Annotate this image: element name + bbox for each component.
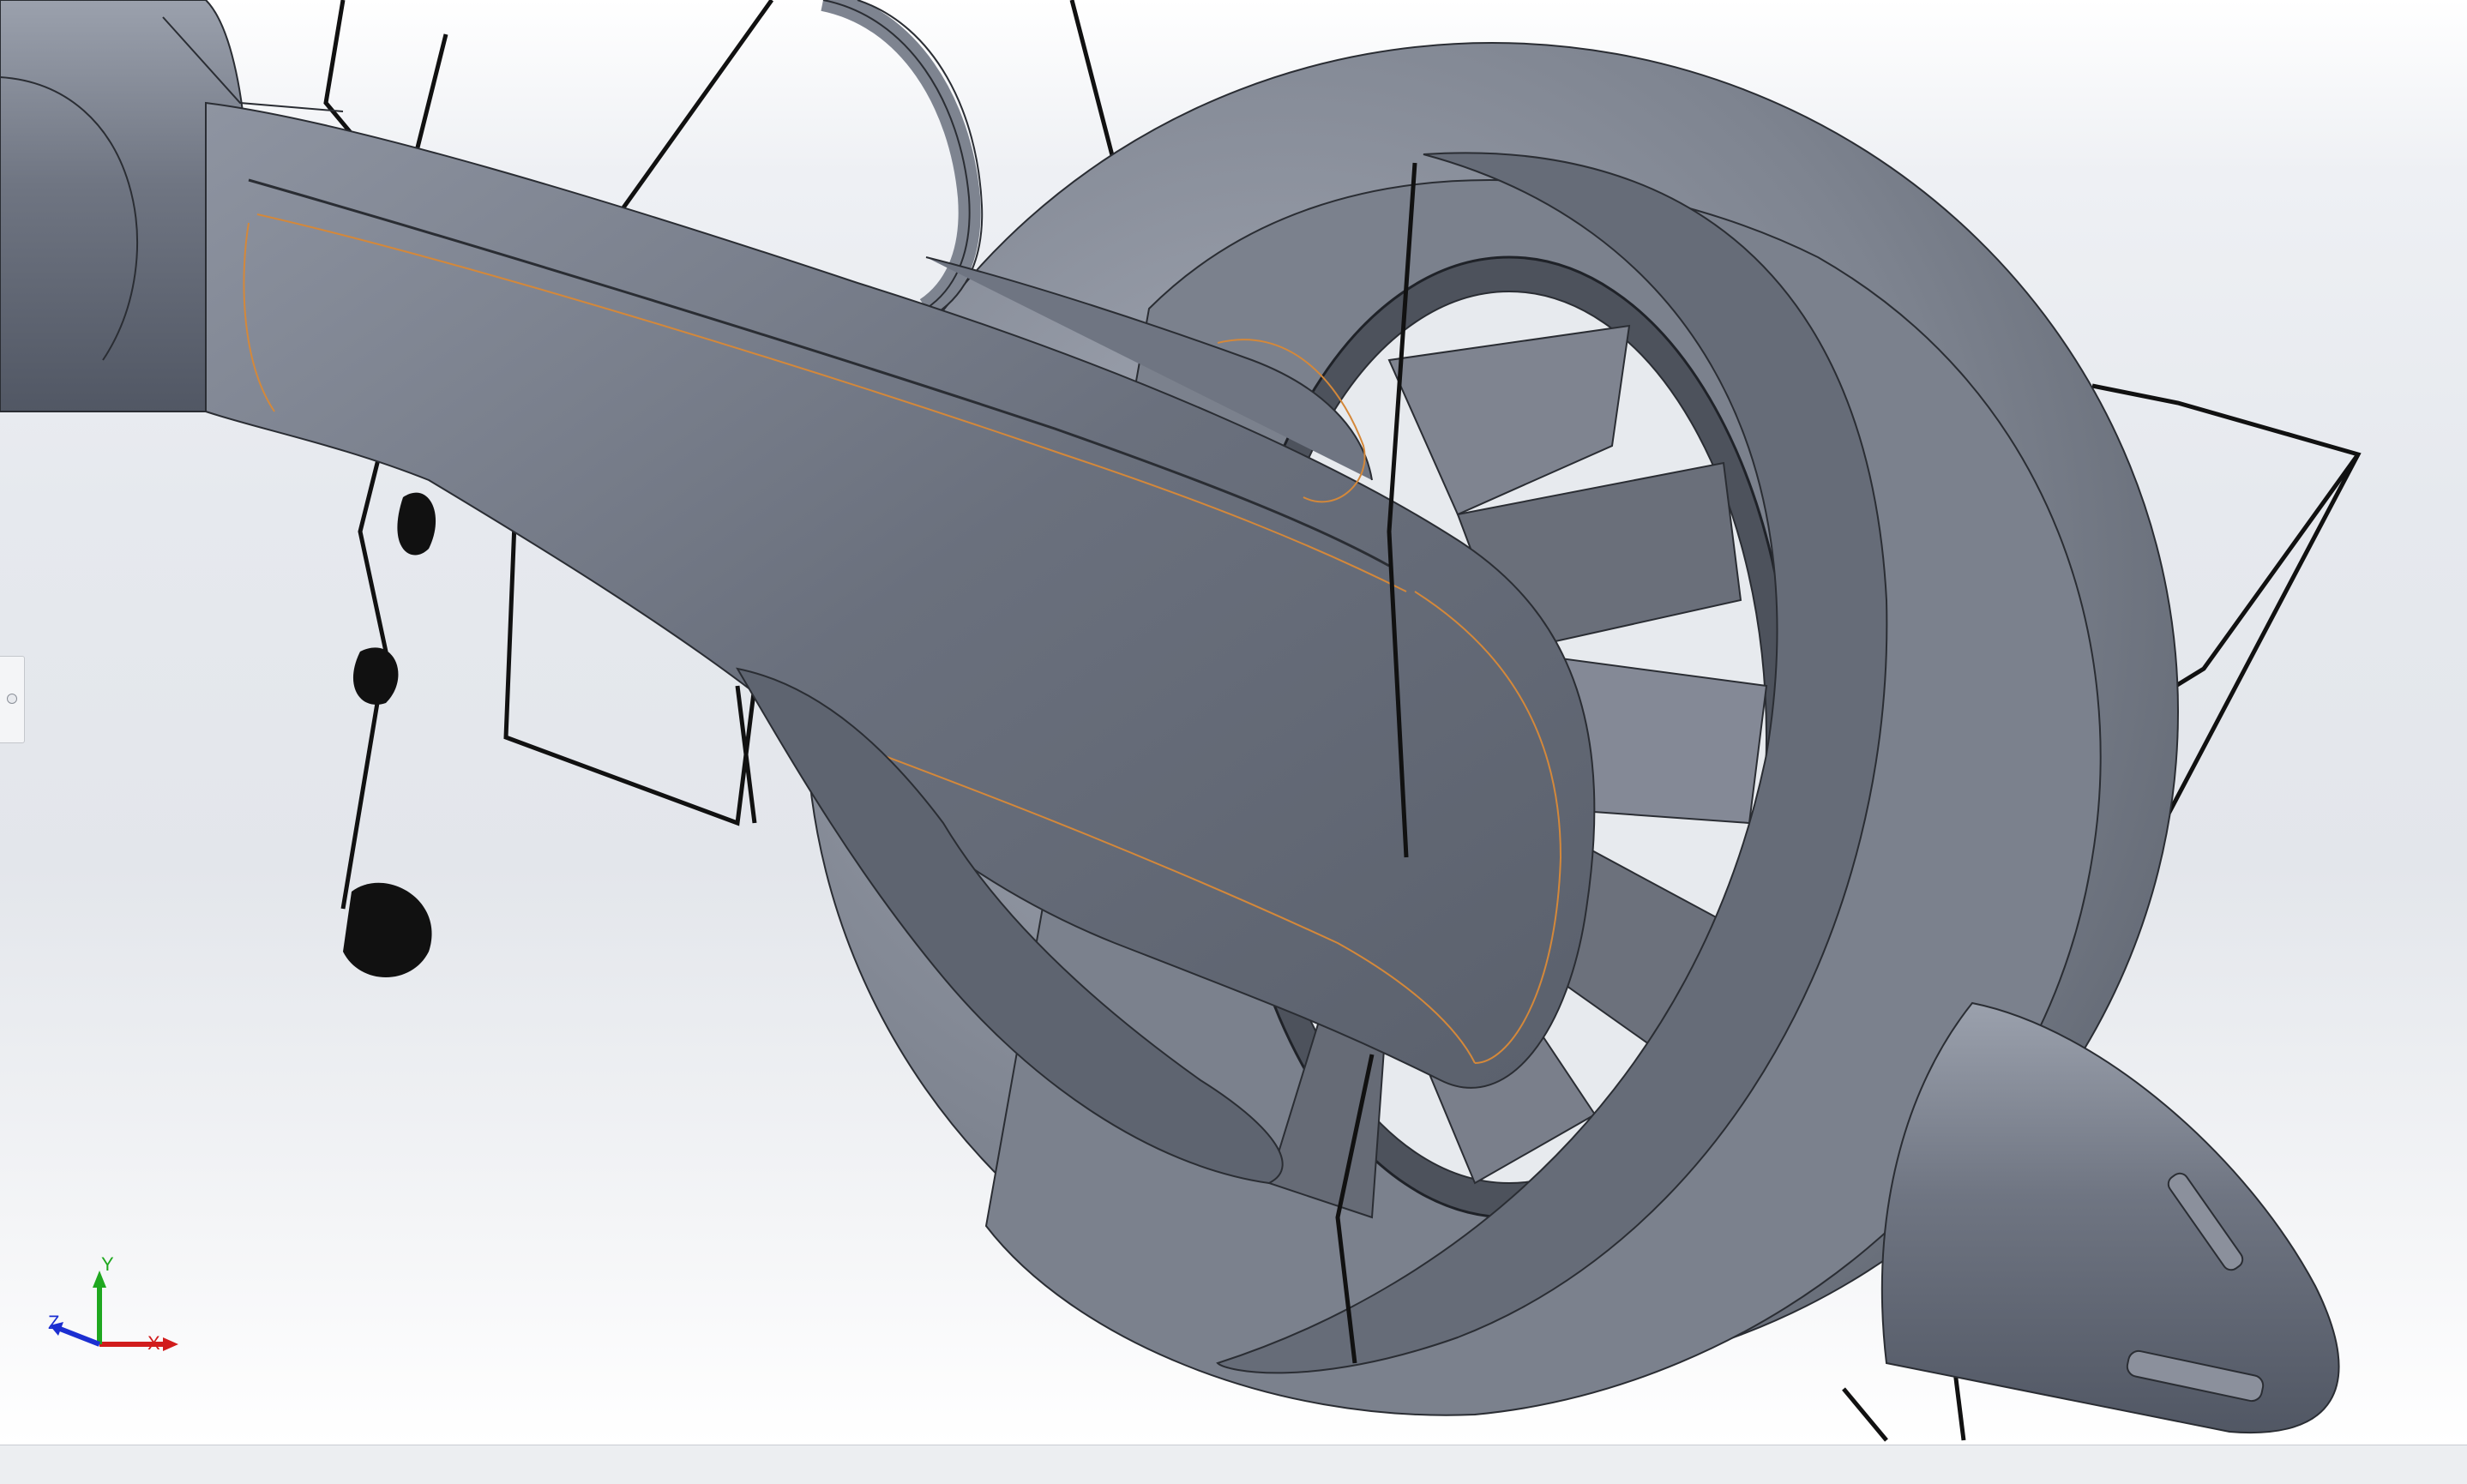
x-axis-label: X (147, 1332, 160, 1354)
panel-expand-icon (7, 694, 17, 704)
sketch-scribble (343, 492, 436, 977)
3d-model-view[interactable] (0, 0, 2467, 1445)
y-axis-label: Y (101, 1253, 114, 1275)
side-panel-tab[interactable] (0, 656, 25, 743)
graphics-area[interactable]: Y X Z (0, 0, 2467, 1445)
z-axis-label: Z (48, 1312, 60, 1333)
status-bar (0, 1445, 2467, 1484)
axis-triad[interactable]: Y X Z (34, 1243, 189, 1372)
tail-cone[interactable] (1880, 1001, 2340, 1433)
